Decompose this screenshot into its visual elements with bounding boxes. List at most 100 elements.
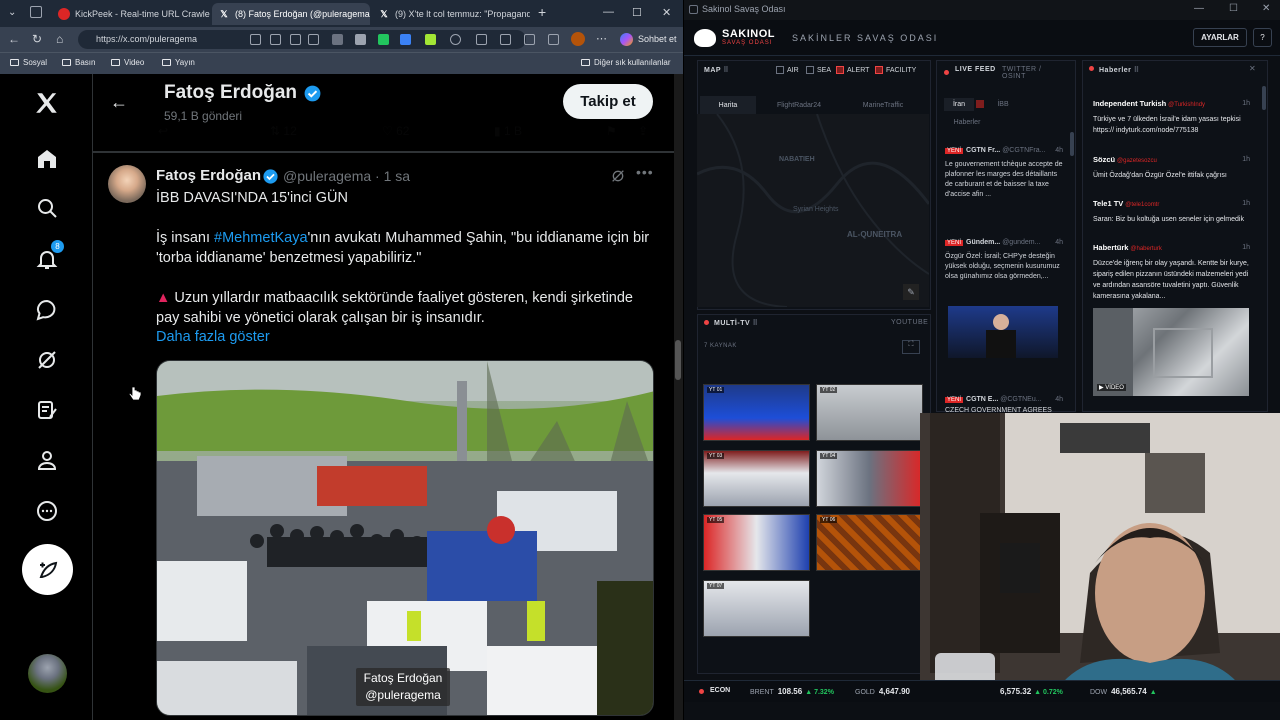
close-tab-icon[interactable] (976, 100, 984, 108)
news-scrollbar-thumb[interactable] (1262, 86, 1266, 110)
hashtag-link[interactable]: #MehmetKaya (214, 230, 308, 246)
articles-icon[interactable] (34, 397, 60, 423)
tweet-handle[interactable]: @puleragema (283, 168, 371, 184)
news-item[interactable]: Habertürk @haberturk 1h Düzce'de iğrenç b… (1093, 242, 1250, 302)
settings-button[interactable]: AYARLAR (1193, 28, 1247, 47)
split-screen-icon[interactable] (476, 34, 487, 45)
more-icon[interactable]: ⋯ (596, 32, 607, 45)
bookmark-folder[interactable]: Sosyal (10, 58, 47, 67)
filter-sea[interactable]: SEA (806, 66, 831, 74)
account-avatar[interactable] (28, 654, 67, 693)
news-item[interactable]: Independent Turkish @TurkishIndy 1h Türki… (1093, 98, 1250, 136)
extension-icon[interactable] (378, 34, 389, 45)
tv-stream-thumbnail[interactable]: YT 06 (816, 514, 923, 571)
close-panel-icon[interactable]: ✕ (1249, 64, 1256, 73)
tweet-image[interactable] (156, 360, 654, 716)
tab-x-post[interactable]: 𝕏 (9) X'te lt col temmuz: "Propaganda" ✕ (372, 3, 530, 25)
news-title: Haberler ⠿ (1099, 66, 1140, 74)
page-scrollbar[interactable] (674, 74, 683, 720)
fullscreen-icon[interactable]: ⛶ (902, 340, 920, 354)
feed-card[interactable]: YENİ Gündem... @gundem... 4h Özgür Özel: İ… (945, 238, 1063, 282)
bookmark-folder[interactable]: Yayın (162, 58, 195, 67)
grok-icon[interactable] (34, 347, 60, 373)
live-dot-icon (944, 70, 949, 75)
copilot-button[interactable]: Sohbet et (638, 34, 677, 44)
more-options-icon[interactable] (34, 498, 60, 524)
messages-icon[interactable] (34, 297, 60, 323)
feed-scrollbar-thumb[interactable] (1070, 132, 1074, 156)
tab-actions-icon[interactable]: ⌄ (8, 7, 16, 18)
filter-facility[interactable]: FACILITY (875, 66, 916, 74)
app-icon[interactable] (250, 34, 261, 45)
news-item[interactable]: Sözcü @gazetesozcu 1h Ümit Özdağ'dan Özgü… (1093, 154, 1250, 181)
close-window-icon[interactable]: ✕ (662, 6, 671, 19)
favorite-star-icon[interactable] (308, 34, 319, 45)
tweet-more-icon[interactable]: ••• (636, 164, 654, 180)
help-button[interactable]: ? (1253, 28, 1272, 47)
maximize-icon[interactable]: ☐ (632, 6, 642, 19)
filter-alert[interactable]: ALERT (836, 66, 869, 74)
news-item[interactable]: Tele1 TV @tele1comtr 1h Saran: Biz bu kol… (1093, 198, 1250, 225)
tv-stream-thumbnail[interactable]: YT 07 (703, 580, 810, 637)
feed-card[interactable]: YENİ CGTN Fr... @CGTNFra... 4h Le gouverne… (945, 146, 1063, 200)
tv-stream-thumbnail[interactable]: YT 04 (816, 450, 923, 507)
extension-icon[interactable] (332, 34, 343, 45)
tab-kickpeek[interactable]: KickPeek - Real-time URL Crawler ✕ (52, 3, 210, 25)
tab-ibb[interactable]: İBB (992, 98, 1014, 111)
draw-pencil-icon[interactable]: ✎ (903, 284, 919, 300)
workspaces-icon[interactable] (30, 6, 42, 18)
tab-x-profile[interactable]: 𝕏 (8) Fatoş Erdoğan (@puleragema) / X ✕ (212, 3, 370, 25)
tab-haberler[interactable]: Haberler (944, 116, 990, 129)
red-triangle-icon: ▲ (156, 290, 171, 306)
tweet-author-name[interactable]: Fatoş Erdoğan (156, 167, 261, 184)
follow-button[interactable]: Takip et (563, 84, 653, 119)
extension-icon[interactable] (355, 34, 366, 45)
grok-explain-icon[interactable] (610, 168, 626, 189)
other-bookmarks[interactable]: Diğer sık kullanılanlar (581, 58, 670, 67)
notifications-bell-icon[interactable]: 8 (34, 240, 64, 272)
feed-image[interactable] (948, 306, 1058, 358)
filter-air[interactable]: AIR (776, 66, 799, 74)
new-tab-icon[interactable]: + (538, 4, 546, 20)
extension-icon[interactable] (400, 34, 411, 45)
tweet-author-avatar[interactable] (108, 165, 146, 203)
tab-iran[interactable]: İran (944, 98, 974, 111)
explore-search-icon[interactable] (34, 195, 60, 221)
home-icon[interactable]: ⌂ (56, 32, 63, 46)
bookmark-folder[interactable]: Basın (62, 58, 95, 67)
show-more-link[interactable]: Daha fazla göster (156, 329, 270, 345)
back-icon[interactable]: ← (8, 32, 20, 46)
map-label: Syrian Heights (793, 206, 839, 213)
minimize-icon[interactable]: — (603, 6, 614, 18)
refresh-icon[interactable]: ↻ (32, 32, 42, 46)
profile-icon[interactable] (34, 447, 60, 473)
copilot-icon[interactable] (620, 33, 633, 46)
tweet-time[interactable]: · 1 sa (375, 168, 410, 184)
tv-stream-thumbnail[interactable]: YT 01 (703, 384, 810, 441)
screenshot-icon[interactable] (548, 34, 559, 45)
close-window-icon[interactable]: ✕ (1262, 3, 1270, 14)
favorites-icon[interactable] (500, 34, 511, 45)
x-logo-icon[interactable] (34, 90, 60, 116)
profile-avatar-icon[interactable] (571, 32, 585, 46)
translate-icon[interactable] (290, 34, 301, 45)
home-icon[interactable] (34, 146, 60, 172)
tab-marinetraffic[interactable]: MarineTraffic (846, 96, 920, 114)
map-view[interactable]: NABATIEH Syrian Heights AL-QUNEITRA ✎ (697, 114, 929, 307)
back-arrow-icon[interactable]: ← (110, 92, 128, 113)
tv-stream-thumbnail[interactable]: YT 05 (703, 514, 810, 571)
minimize-icon[interactable]: — (1194, 3, 1204, 14)
extension-icon[interactable] (425, 34, 436, 45)
bookmark-folder[interactable]: Video (111, 58, 144, 67)
compose-post-button[interactable] (22, 544, 73, 595)
tab-flightradar[interactable]: FlightRadar24 (764, 96, 834, 114)
collections-icon[interactable] (524, 34, 535, 45)
read-aloud-icon[interactable] (270, 34, 281, 45)
tv-stream-thumbnail[interactable]: YT 03 (703, 450, 810, 507)
scrollbar-thumb[interactable] (675, 340, 681, 380)
maximize-icon[interactable]: ☐ (1229, 3, 1238, 14)
news-video-thumbnail[interactable]: ▶ VİDEO (1093, 308, 1249, 396)
tv-stream-thumbnail[interactable]: YT 02 (816, 384, 923, 441)
extension-icon[interactable] (450, 34, 461, 45)
tab-map[interactable]: Harita (700, 96, 756, 114)
